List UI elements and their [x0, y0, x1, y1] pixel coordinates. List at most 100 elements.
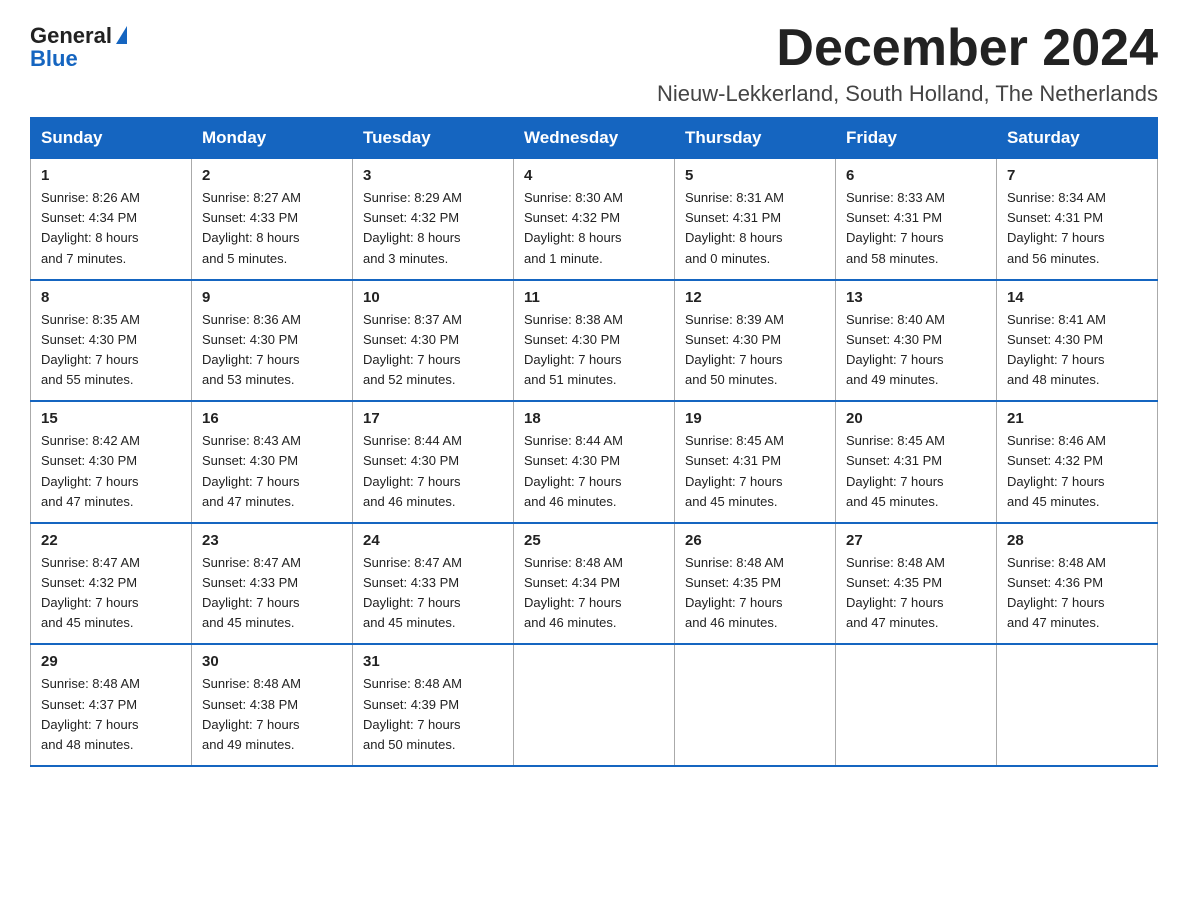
day-number: 21 [1007, 410, 1149, 427]
day-info: Sunrise: 8:39 AMSunset: 4:30 PMDaylight:… [685, 310, 827, 391]
day-number: 14 [1007, 289, 1149, 306]
day-info: Sunrise: 8:26 AMSunset: 4:34 PMDaylight:… [41, 188, 183, 269]
calendar-day-cell: 29 Sunrise: 8:48 AMSunset: 4:37 PMDayligh… [31, 644, 192, 766]
col-header-monday: Monday [192, 118, 353, 159]
calendar-day-cell: 23Sunrise: 8:47 AMSunset: 4:33 PMDayligh… [192, 523, 353, 645]
calendar-week-row: 29 Sunrise: 8:48 AMSunset: 4:37 PMDayligh… [31, 644, 1158, 766]
col-header-friday: Friday [836, 118, 997, 159]
location-title: Nieuw-Lekkerland, South Holland, The Net… [657, 81, 1158, 107]
logo-text-general: General [30, 24, 127, 48]
day-number: 10 [363, 289, 505, 306]
calendar-day-cell: 10 Sunrise: 8:37 AMSunset: 4:30 PMDayligh… [353, 280, 514, 402]
calendar-day-cell: 2 Sunrise: 8:27 AMSunset: 4:33 PMDaylight… [192, 159, 353, 280]
calendar-week-row: 8 Sunrise: 8:35 AMSunset: 4:30 PMDaylight… [31, 280, 1158, 402]
day-info: Sunrise: 8:43 AMSunset: 4:30 PMDaylight:… [202, 431, 344, 512]
calendar-day-cell: 31 Sunrise: 8:48 AMSunset: 4:39 PMDayligh… [353, 644, 514, 766]
day-number: 24 [363, 532, 505, 549]
calendar-week-row: 15 Sunrise: 8:42 AMSunset: 4:30 PMDayligh… [31, 401, 1158, 523]
day-info: Sunrise: 8:36 AMSunset: 4:30 PMDaylight:… [202, 310, 344, 391]
day-info: Sunrise: 8:48 AMSunset: 4:35 PMDaylight:… [846, 553, 988, 634]
day-number: 5 [685, 167, 827, 184]
calendar-header-row: SundayMondayTuesdayWednesdayThursdayFrid… [31, 118, 1158, 159]
day-number: 7 [1007, 167, 1149, 184]
col-header-saturday: Saturday [997, 118, 1158, 159]
calendar-day-cell: 19 Sunrise: 8:45 AMSunset: 4:31 PMDayligh… [675, 401, 836, 523]
calendar-day-cell: 28 Sunrise: 8:48 AMSunset: 4:36 PMDayligh… [997, 523, 1158, 645]
calendar-day-cell: 4 Sunrise: 8:30 AMSunset: 4:32 PMDaylight… [514, 159, 675, 280]
calendar-day-cell: 24Sunrise: 8:47 AMSunset: 4:33 PMDayligh… [353, 523, 514, 645]
page-header: General Blue December 2024 Nieuw-Lekkerl… [30, 20, 1158, 107]
calendar-day-cell: 21 Sunrise: 8:46 AMSunset: 4:32 PMDayligh… [997, 401, 1158, 523]
calendar-day-cell: 6 Sunrise: 8:33 AMSunset: 4:31 PMDaylight… [836, 159, 997, 280]
day-number: 29 [41, 653, 183, 670]
day-info: Sunrise: 8:30 AMSunset: 4:32 PMDaylight:… [524, 188, 666, 269]
calendar-day-cell: 8 Sunrise: 8:35 AMSunset: 4:30 PMDaylight… [31, 280, 192, 402]
day-info: Sunrise: 8:29 AMSunset: 4:32 PMDaylight:… [363, 188, 505, 269]
day-info: Sunrise: 8:42 AMSunset: 4:30 PMDaylight:… [41, 431, 183, 512]
day-info: Sunrise: 8:47 AMSunset: 4:33 PMDaylight:… [202, 553, 344, 634]
day-number: 8 [41, 289, 183, 306]
day-number: 11 [524, 289, 666, 306]
day-info: Sunrise: 8:45 AMSunset: 4:31 PMDaylight:… [685, 431, 827, 512]
day-number: 4 [524, 167, 666, 184]
day-number: 30 [202, 653, 344, 670]
day-info: Sunrise: 8:46 AMSunset: 4:32 PMDaylight:… [1007, 431, 1149, 512]
day-number: 28 [1007, 532, 1149, 549]
day-number: 31 [363, 653, 505, 670]
logo-triangle-icon [116, 26, 127, 44]
calendar-week-row: 22Sunrise: 8:47 AMSunset: 4:32 PMDayligh… [31, 523, 1158, 645]
calendar-day-cell [997, 644, 1158, 766]
day-number: 17 [363, 410, 505, 427]
logo: General Blue [30, 20, 127, 72]
day-info: Sunrise: 8:34 AMSunset: 4:31 PMDaylight:… [1007, 188, 1149, 269]
calendar-day-cell: 18Sunrise: 8:44 AMSunset: 4:30 PMDayligh… [514, 401, 675, 523]
day-info: Sunrise: 8:37 AMSunset: 4:30 PMDaylight:… [363, 310, 505, 391]
calendar-day-cell: 5 Sunrise: 8:31 AMSunset: 4:31 PMDaylight… [675, 159, 836, 280]
day-number: 2 [202, 167, 344, 184]
day-number: 6 [846, 167, 988, 184]
col-header-sunday: Sunday [31, 118, 192, 159]
day-info: Sunrise: 8:48 AMSunset: 4:37 PMDaylight:… [41, 674, 183, 755]
col-header-wednesday: Wednesday [514, 118, 675, 159]
calendar-day-cell: 30 Sunrise: 8:48 AMSunset: 4:38 PMDayligh… [192, 644, 353, 766]
day-number: 12 [685, 289, 827, 306]
calendar-day-cell: 3 Sunrise: 8:29 AMSunset: 4:32 PMDaylight… [353, 159, 514, 280]
calendar-day-cell: 1 Sunrise: 8:26 AMSunset: 4:34 PMDaylight… [31, 159, 192, 280]
day-info: Sunrise: 8:31 AMSunset: 4:31 PMDaylight:… [685, 188, 827, 269]
calendar-day-cell: 22Sunrise: 8:47 AMSunset: 4:32 PMDayligh… [31, 523, 192, 645]
day-info: Sunrise: 8:38 AMSunset: 4:30 PMDaylight:… [524, 310, 666, 391]
day-number: 25 [524, 532, 666, 549]
day-number: 9 [202, 289, 344, 306]
day-number: 16 [202, 410, 344, 427]
calendar-day-cell [675, 644, 836, 766]
title-block: December 2024 Nieuw-Lekkerland, South Ho… [657, 20, 1158, 107]
day-info: Sunrise: 8:44 AMSunset: 4:30 PMDaylight:… [363, 431, 505, 512]
day-info: Sunrise: 8:48 AMSunset: 4:34 PMDaylight:… [524, 553, 666, 634]
calendar-day-cell: 27 Sunrise: 8:48 AMSunset: 4:35 PMDayligh… [836, 523, 997, 645]
day-info: Sunrise: 8:48 AMSunset: 4:36 PMDaylight:… [1007, 553, 1149, 634]
day-info: Sunrise: 8:48 AMSunset: 4:39 PMDaylight:… [363, 674, 505, 755]
calendar-day-cell [836, 644, 997, 766]
day-number: 20 [846, 410, 988, 427]
calendar-day-cell: 12 Sunrise: 8:39 AMSunset: 4:30 PMDayligh… [675, 280, 836, 402]
calendar-day-cell: 9 Sunrise: 8:36 AMSunset: 4:30 PMDaylight… [192, 280, 353, 402]
calendar-day-cell: 17 Sunrise: 8:44 AMSunset: 4:30 PMDayligh… [353, 401, 514, 523]
day-number: 3 [363, 167, 505, 184]
day-info: Sunrise: 8:33 AMSunset: 4:31 PMDaylight:… [846, 188, 988, 269]
calendar-day-cell: 14Sunrise: 8:41 AMSunset: 4:30 PMDayligh… [997, 280, 1158, 402]
day-number: 15 [41, 410, 183, 427]
logo-text-blue: Blue [30, 46, 78, 72]
col-header-thursday: Thursday [675, 118, 836, 159]
day-number: 27 [846, 532, 988, 549]
calendar-day-cell: 15 Sunrise: 8:42 AMSunset: 4:30 PMDayligh… [31, 401, 192, 523]
day-number: 1 [41, 167, 183, 184]
calendar-day-cell: 13Sunrise: 8:40 AMSunset: 4:30 PMDayligh… [836, 280, 997, 402]
day-info: Sunrise: 8:44 AMSunset: 4:30 PMDaylight:… [524, 431, 666, 512]
calendar-day-cell: 11 Sunrise: 8:38 AMSunset: 4:30 PMDayligh… [514, 280, 675, 402]
col-header-tuesday: Tuesday [353, 118, 514, 159]
day-info: Sunrise: 8:27 AMSunset: 4:33 PMDaylight:… [202, 188, 344, 269]
day-info: Sunrise: 8:35 AMSunset: 4:30 PMDaylight:… [41, 310, 183, 391]
day-info: Sunrise: 8:48 AMSunset: 4:38 PMDaylight:… [202, 674, 344, 755]
calendar-day-cell: 16 Sunrise: 8:43 AMSunset: 4:30 PMDayligh… [192, 401, 353, 523]
day-number: 19 [685, 410, 827, 427]
